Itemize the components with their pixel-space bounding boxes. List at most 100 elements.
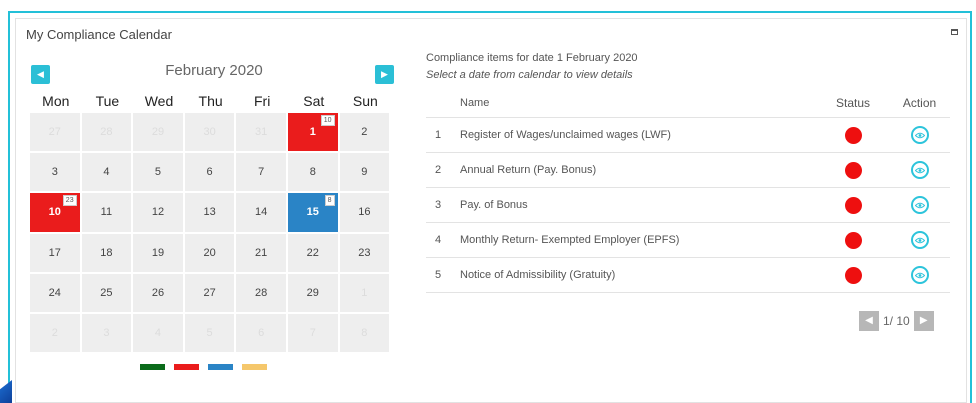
calendar-day[interactable]: 11 [81, 193, 132, 232]
status-column-header: Status [835, 96, 871, 110]
calendar-day[interactable]: 9 [339, 153, 390, 192]
view-button[interactable] [910, 196, 929, 214]
weekday-label: Fri [254, 93, 271, 109]
calendar-day[interactable]: 8 [339, 313, 390, 353]
calendar-day[interactable]: 24 [30, 273, 80, 312]
calendar-day[interactable]: 22 [287, 233, 338, 272]
card-title: My Compliance Calendar [26, 27, 172, 42]
weekday-label: Sat [303, 93, 325, 109]
calendar-day[interactable]: 4 [133, 313, 183, 353]
corner-decoration [0, 380, 12, 403]
weekday-label: Thu [198, 93, 223, 109]
view-button[interactable] [910, 161, 929, 179]
calendar-day[interactable]: 28 [236, 273, 286, 312]
calendar-day[interactable]: 14 [236, 193, 286, 232]
calendar-day[interactable]: 5 [133, 153, 183, 192]
day-number: 16 [358, 206, 371, 219]
view-button[interactable] [910, 126, 929, 144]
day-number: 6 [206, 166, 213, 179]
calendar-day[interactable]: 28 [81, 113, 132, 152]
calendar-day[interactable]: 29 [133, 113, 183, 152]
day-number: 9 [361, 166, 368, 179]
day-number: 8 [361, 327, 368, 340]
chevron-left-icon: ◀ [865, 315, 873, 326]
action-cell [889, 196, 950, 214]
calendar-day[interactable]: 27 [30, 113, 80, 152]
calendar-day[interactable]: 4 [81, 153, 132, 192]
calendar-day[interactable]: 6 [236, 313, 286, 353]
calendar-day[interactable]: 29 [287, 273, 338, 312]
view-button[interactable] [910, 231, 929, 249]
calendar-day[interactable]: 31 [236, 113, 286, 152]
calendar-day[interactable]: 30 [184, 113, 235, 152]
compliance-item-name: Register of Wages/unclaimed wages (LWF) [460, 129, 671, 141]
calendar-day[interactable]: 12 [133, 193, 183, 232]
day-number: 26 [151, 286, 165, 299]
legend-swatch [242, 364, 267, 370]
calendar-day[interactable]: 8 [287, 153, 338, 192]
maximize-icon[interactable] [951, 29, 958, 35]
compliance-items-hint: Select a date from calendar to view deta… [426, 69, 633, 81]
table-row: 4 Monthly Return- Exempted Employer (EPFS… [426, 223, 950, 258]
calendar-day[interactable]: 2 [30, 313, 80, 353]
calendar-day[interactable]: 13 [184, 193, 235, 232]
legend-swatch [174, 364, 199, 370]
legend-swatch [140, 364, 165, 370]
day-number: 17 [48, 246, 61, 259]
eye-icon [914, 167, 925, 173]
row-number: 1 [435, 129, 442, 141]
chevron-left-icon: ◀ [37, 69, 44, 79]
day-number: 13 [203, 206, 216, 219]
calendar-day[interactable]: 21 [236, 233, 286, 272]
item-count-badge: 8 [324, 195, 335, 207]
item-count-badge: 23 [62, 195, 77, 207]
calendar-legend [140, 364, 267, 370]
calendar-day[interactable]: 19 [133, 233, 183, 272]
calendar-day[interactable]: 26 [133, 273, 183, 312]
calendar-day[interactable]: 6 [184, 153, 235, 192]
weekday-label: Wed [144, 93, 174, 109]
next-month-button[interactable]: ▶ [375, 65, 394, 84]
calendar-day[interactable]: 3 [81, 313, 132, 353]
calendar-day[interactable]: 1 10 [287, 113, 338, 152]
calendar-day[interactable]: 5 [184, 313, 235, 353]
eye-icon [914, 202, 925, 208]
next-page-button[interactable]: ▶ [913, 311, 934, 331]
calendar-day[interactable]: 2 [339, 113, 390, 152]
legend-swatch [208, 364, 233, 370]
compliance-item-name: Notice of Admissibility (Gratuity) [460, 269, 616, 281]
calendar-day[interactable]: 17 [30, 233, 80, 272]
calendar-day[interactable]: 20 [184, 233, 235, 272]
compliance-table: Name Status Action 1 Register of Wages/un… [426, 89, 950, 293]
calendar-day[interactable]: 27 [184, 273, 235, 312]
calendar-day[interactable]: 16 [339, 193, 390, 232]
day-number: 5 [154, 166, 162, 179]
weekday-label: Sun [352, 93, 378, 109]
action-cell [889, 231, 950, 249]
calendar-day[interactable]: 3 [30, 153, 80, 192]
eye-icon [914, 132, 925, 138]
table-row: 3 Pay. of Bonus [426, 188, 950, 223]
day-number: 1 [361, 286, 368, 299]
action-column-header: Action [902, 96, 937, 110]
status-indicator [844, 196, 862, 214]
day-number: 5 [206, 327, 213, 340]
calendar-day[interactable]: 15 8 [287, 193, 338, 232]
calendar-day[interactable]: 23 [339, 233, 390, 272]
calendar-day[interactable]: 10 23 [30, 193, 80, 232]
day-number: 4 [103, 166, 110, 179]
prev-page-button[interactable]: ◀ [859, 311, 879, 331]
day-number: 20 [203, 246, 216, 259]
row-number: 5 [435, 269, 442, 281]
calendar-day[interactable]: 18 [81, 233, 132, 272]
calendar-day[interactable]: 25 [81, 273, 132, 312]
view-button[interactable] [910, 266, 929, 284]
prev-month-button[interactable]: ◀ [31, 65, 50, 84]
calendar-day[interactable]: 1 [339, 273, 390, 312]
calendar-day[interactable]: 7 [236, 153, 286, 192]
status-cell [817, 231, 889, 249]
calendar-grid: 27 28 29 30 31 1 10 2 3 4 5 6 7 8 9 10 23 11 12 13 14 15 8 16 17… [30, 113, 391, 353]
chevron-right-icon: ▶ [381, 69, 388, 79]
calendar-day[interactable]: 7 [287, 313, 338, 353]
day-number: 18 [100, 246, 113, 259]
